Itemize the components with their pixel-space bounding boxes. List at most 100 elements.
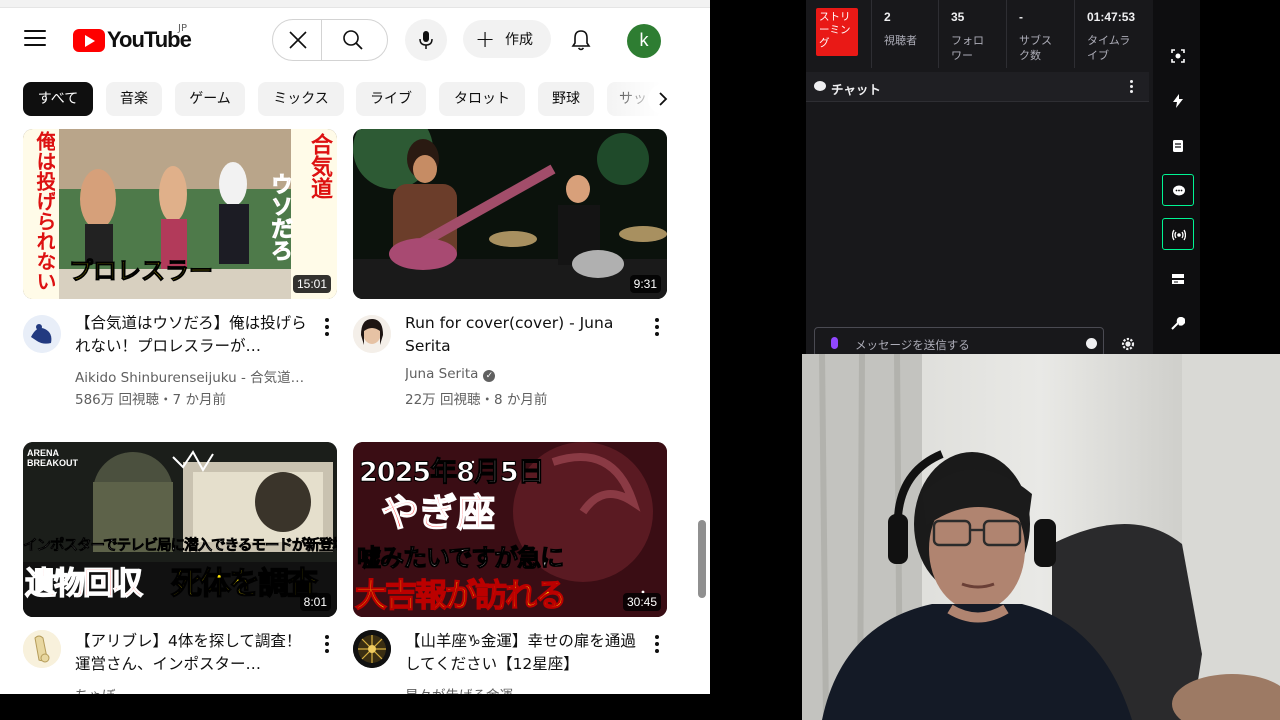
- stat-live-time: 01:47:53 タイムライブ: [1075, 0, 1152, 68]
- more-vert-icon[interactable]: [323, 635, 331, 655]
- account-avatar[interactable]: k: [627, 24, 661, 58]
- rail-broadcast-button[interactable]: [1162, 218, 1194, 250]
- subscribers-value: -: [1019, 10, 1023, 24]
- youtube-window: YouTube JP + 作成 k すべて 音楽 ゲーム ミックス ライブ タロ…: [0, 0, 710, 694]
- chip-mix[interactable]: ミックス: [258, 82, 344, 116]
- rail-bolt-button[interactable]: [1162, 85, 1194, 117]
- dashboard-margin: [1200, 0, 1280, 354]
- channel-name[interactable]: ちゃぼ: [75, 684, 313, 694]
- gear-icon[interactable]: [1120, 336, 1136, 352]
- webcam-image: [802, 354, 1280, 720]
- dashboard-side-rail: [1153, 0, 1200, 354]
- chip-game[interactable]: ゲーム: [175, 82, 245, 116]
- chat-icon: [1173, 185, 1185, 196]
- chip-live[interactable]: ライブ: [356, 82, 426, 116]
- channel-avatar[interactable]: [23, 315, 61, 353]
- stat-followers: 35 フォロワー: [939, 0, 1007, 68]
- video-thumbnail[interactable]: ARENA BREAKOUT インポスターでテレビ局に潜入できるモードが新登場w…: [23, 442, 337, 617]
- chip-next-button[interactable]: [648, 84, 678, 114]
- rail-notes-button[interactable]: [1162, 130, 1194, 162]
- scrollbar-thumb[interactable]: [698, 520, 706, 598]
- thumbnail-text-lie: ウソだろ: [267, 173, 293, 262]
- video-card[interactable]: 2025年8月5日 やぎ座 嘘みたいですが急に 大吉報が訪れる 30:45 【山…: [353, 442, 669, 694]
- thumbnail-text-game: ARENA BREAKOUT: [27, 448, 78, 468]
- rail-layout-button[interactable]: [1162, 263, 1194, 295]
- more-vert-icon[interactable]: [323, 318, 331, 338]
- layout-icon: [1172, 274, 1184, 284]
- channel-avatar-image: [353, 630, 391, 668]
- webcam-feed: [802, 354, 1280, 720]
- youtube-header: YouTube JP + 作成 k: [0, 8, 710, 72]
- rail-focus-button[interactable]: [1162, 40, 1194, 72]
- region-code: JP: [178, 23, 187, 34]
- subscribers-label: サブスク数: [1019, 34, 1052, 62]
- followers-value: 35: [951, 10, 965, 24]
- chat-header: チャット: [806, 72, 1149, 102]
- video-duration: 30:45: [622, 593, 661, 611]
- rail-tools-button[interactable]: [1162, 308, 1194, 340]
- chip-music[interactable]: 音楽: [106, 82, 162, 116]
- channel-avatar[interactable]: [353, 630, 391, 668]
- channel-avatar[interactable]: [23, 630, 61, 668]
- more-vert-icon[interactable]: [1128, 80, 1134, 94]
- emote-icon[interactable]: [1086, 338, 1097, 349]
- screen: YouTube JP + 作成 k すべて 音楽 ゲーム ミックス ライブ タロ…: [0, 0, 1280, 720]
- broadcast-icon: [1172, 229, 1186, 241]
- more-vert-icon[interactable]: [653, 635, 661, 655]
- stream-stats: ストリーミング 2 視聴者 35 フォロワー - サブスク数 01:47:53 …: [806, 0, 1152, 68]
- bolt-icon: [1173, 94, 1183, 108]
- chat-title: チャット: [831, 82, 881, 97]
- chip-tarot[interactable]: タロット: [439, 82, 525, 116]
- video-title[interactable]: 【合気道はウソだろ】俺は投げられない！プロレスラーが…: [75, 312, 313, 358]
- mic-icon[interactable]: [831, 337, 838, 349]
- search-icon[interactable]: [341, 28, 365, 52]
- create-button[interactable]: + 作成: [463, 20, 551, 58]
- mic-icon: [419, 31, 433, 49]
- search-box[interactable]: [272, 19, 388, 61]
- video-title[interactable]: 【山羊座♑金運】幸せの扉を通過してください【12星座】: [405, 630, 643, 676]
- camera-focus-icon: [1171, 49, 1185, 63]
- menu-icon[interactable]: [24, 30, 46, 48]
- viewers-label: 視聴者: [884, 34, 917, 47]
- thumbnail-text-body: 死体を調査: [170, 565, 318, 602]
- rail-chat-button[interactable]: [1162, 174, 1194, 206]
- channel-logo-icon: [23, 315, 61, 353]
- channel-avatar[interactable]: [353, 315, 391, 353]
- video-thumbnail[interactable]: 俺は投げられない 合気道 ウソだろ プロレスラー 15:01: [23, 129, 337, 299]
- video-card[interactable]: 俺は投げられない 合気道 ウソだろ プロレスラー 15:01 【合気道はウソだろ…: [23, 129, 339, 419]
- followers-label: フォロワー: [951, 34, 984, 62]
- video-thumbnail[interactable]: 2025年8月5日 やぎ座 嘘みたいですが急に 大吉報が訪れる 30:45: [353, 442, 667, 617]
- streaming-badge: ストリーミング: [816, 8, 858, 56]
- thumbnail-image: [353, 129, 667, 299]
- channel-name[interactable]: Juna Serita: [405, 366, 478, 382]
- chat-placeholder: メッセージを送信する: [855, 338, 970, 352]
- video-duration: 15:01: [292, 275, 331, 293]
- video-title[interactable]: Run for cover(cover) - Juna Serita: [405, 312, 643, 358]
- chip-baseball[interactable]: 野球: [538, 82, 594, 116]
- stream-dashboard: ストリーミング 2 視聴者 35 フォロワー - サブスク数 01:47:53 …: [806, 0, 1280, 357]
- thumbnail-text-left: 俺は投げられない: [33, 131, 55, 291]
- video-thumbnail[interactable]: 9:31: [353, 129, 667, 299]
- bell-icon[interactable]: [568, 27, 594, 53]
- more-vert-icon[interactable]: [653, 318, 661, 338]
- youtube-logo[interactable]: YouTube: [73, 27, 192, 53]
- close-icon[interactable]: [287, 29, 309, 51]
- youtube-play-logo-icon: [73, 28, 105, 52]
- search-divider: [321, 20, 322, 60]
- thumbnail-text-aikido: 合気道: [307, 133, 332, 199]
- chat-bubble-icon: [814, 81, 826, 91]
- channel-name[interactable]: Aikido Shinburenseijuku - 合気道…: [75, 366, 313, 386]
- browser-edge: [0, 0, 710, 8]
- notes-icon: [1173, 140, 1183, 152]
- thumbnail-text-relic: 遺物回収: [24, 565, 143, 602]
- chat-input[interactable]: メッセージを送信する: [814, 327, 1104, 357]
- viewers-value: 2: [884, 10, 891, 24]
- chip-all[interactable]: すべて: [23, 82, 93, 116]
- video-title[interactable]: 【アリブレ】4体を探して調査！運営さん、インポスター…: [75, 630, 313, 676]
- channel-name[interactable]: 星々が告げる金運: [405, 684, 643, 694]
- channel-avatar-image: [353, 315, 391, 353]
- video-card[interactable]: 9:31 Run for cover(cover) - Juna Serita …: [353, 129, 669, 419]
- video-card[interactable]: ARENA BREAKOUT インポスターでテレビ局に潜入できるモードが新登場w…: [23, 442, 339, 694]
- stat-subscribers: - サブスク数: [1007, 0, 1075, 68]
- voice-search-button[interactable]: [405, 19, 447, 61]
